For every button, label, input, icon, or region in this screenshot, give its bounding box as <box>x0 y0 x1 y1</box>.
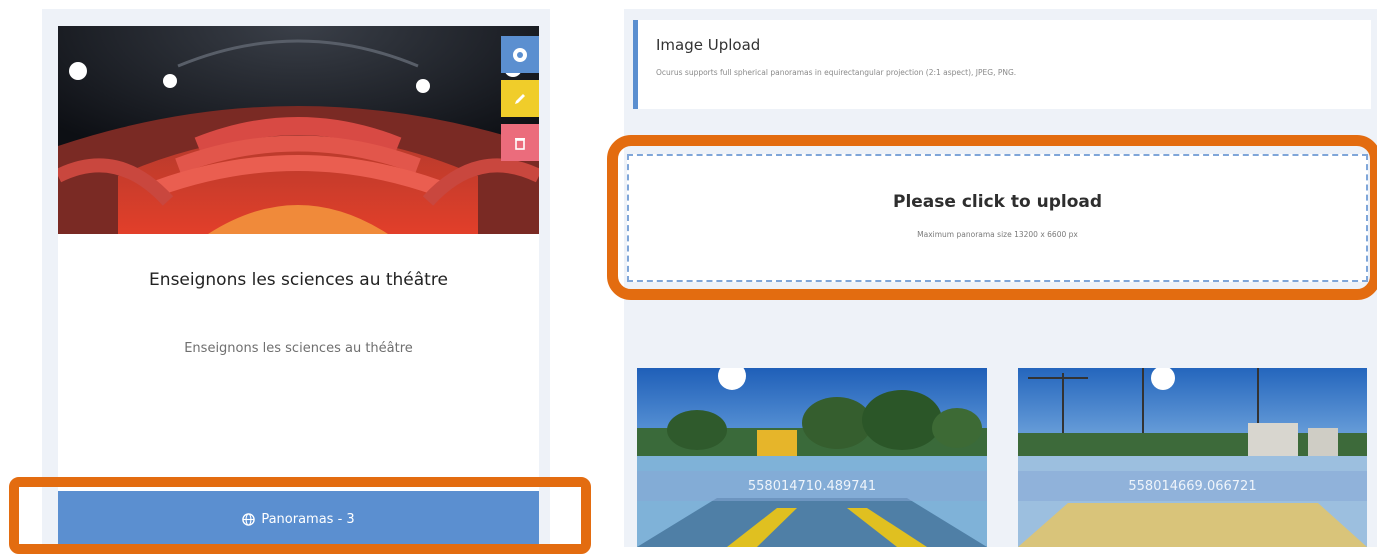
panorama-label: 558014669.066721 <box>1018 471 1367 501</box>
park-panorama-image <box>637 368 987 547</box>
upload-section-title: Image Upload <box>656 36 761 54</box>
delete-button[interactable] <box>501 124 539 161</box>
panorama-thumbnail[interactable]: 558014710.489741 <box>637 368 987 547</box>
project-title: Enseignons les sciences au théâtre <box>149 270 448 290</box>
project-description: Enseignons les sciences au théâtre <box>184 341 413 356</box>
upload-info-box: Image Upload Ocurus supports full spheri… <box>633 20 1371 109</box>
upload-dropzone[interactable]: Please click to upload Maximum panorama … <box>627 154 1368 282</box>
panoramas-button-label: Panoramas - 3 <box>261 511 355 527</box>
project-card: Enseignons les sciences au théâtre Ensei… <box>58 26 539 547</box>
view-icon <box>513 47 527 62</box>
upload-section-text: Ocurus supports full spherical panoramas… <box>656 68 1017 77</box>
dropzone-subtitle: Maximum panorama size 13200 x 6600 px <box>917 230 1078 239</box>
theatre-panorama-image <box>58 26 539 234</box>
pencil-icon <box>515 93 525 104</box>
panorama-thumbnail[interactable]: 558014669.066721 <box>1018 368 1367 547</box>
panorama-label: 558014710.489741 <box>637 471 987 501</box>
edit-button[interactable] <box>501 80 539 117</box>
construction-panorama-image <box>1018 368 1367 547</box>
dropzone-title: Please click to upload <box>892 192 1103 212</box>
globe-icon <box>242 512 256 526</box>
trash-icon <box>515 137 525 150</box>
panoramas-button[interactable]: Panoramas - 3 <box>58 491 539 547</box>
project-thumbnail[interactable] <box>58 26 539 234</box>
view-button[interactable] <box>501 36 539 73</box>
